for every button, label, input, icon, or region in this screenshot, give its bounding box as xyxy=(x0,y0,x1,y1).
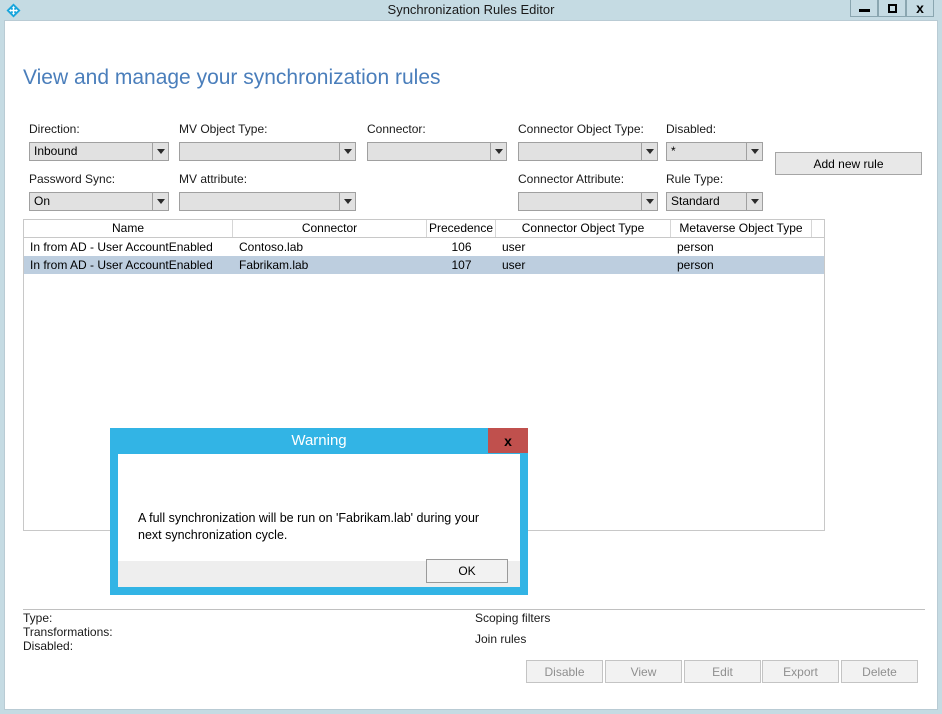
dialog-title: Warning xyxy=(291,432,347,449)
password-sync-dropdown[interactable]: On xyxy=(29,192,169,211)
chevron-down-icon[interactable] xyxy=(152,143,168,160)
detail-label-transformations: Transformations: xyxy=(23,625,113,639)
window-controls: x xyxy=(850,0,934,18)
label-connector: Connector: xyxy=(367,122,426,136)
mv-attribute-dropdown[interactable] xyxy=(179,192,356,211)
cell-metaverse-object-type: person xyxy=(677,239,714,254)
dialog-message: A full synchronization will be run on 'F… xyxy=(138,511,480,542)
table-row[interactable]: In from AD - User AccountEnabled Contoso… xyxy=(24,238,824,256)
cell-connector-object-type: user xyxy=(502,239,526,254)
chevron-down-icon[interactable] xyxy=(490,143,506,160)
chevron-down-icon[interactable] xyxy=(641,143,657,160)
table-row[interactable]: In from AD - User AccountEnabled Fabrika… xyxy=(24,256,824,274)
title-bar: Synchronization Rules Editor x xyxy=(0,0,942,20)
chevron-down-icon[interactable] xyxy=(339,193,355,210)
chevron-down-icon[interactable] xyxy=(641,193,657,210)
dialog-footer: OK xyxy=(118,559,520,587)
cell-precedence: 106 xyxy=(451,239,472,254)
view-button[interactable]: View xyxy=(605,660,682,683)
dialog-ok-button[interactable]: OK xyxy=(426,559,508,583)
column-header-filler xyxy=(812,220,824,237)
label-connector-object-type: Connector Object Type: xyxy=(518,122,644,136)
edit-button[interactable]: Edit xyxy=(684,660,761,683)
connector-attribute-dropdown[interactable] xyxy=(518,192,658,211)
column-header-metaverse-object-type[interactable]: Metaverse Object Type xyxy=(671,220,812,237)
direction-dropdown[interactable]: Inbound xyxy=(29,142,169,161)
mv-object-type-dropdown[interactable] xyxy=(179,142,356,161)
minimize-icon xyxy=(858,9,870,12)
application-window: Synchronization Rules Editor x View and … xyxy=(0,0,942,714)
rule-type-dropdown[interactable]: Standard xyxy=(666,192,763,211)
detail-link-join-rules[interactable]: Join rules xyxy=(475,632,526,646)
direction-value: Inbound xyxy=(34,144,78,158)
password-sync-value: On xyxy=(34,194,51,208)
maximize-icon xyxy=(887,3,897,13)
detail-label-disabled: Disabled: xyxy=(23,639,74,653)
dialog-close-button[interactable]: x xyxy=(488,428,528,453)
cell-precedence: 107 xyxy=(451,257,472,272)
cell-connector: Fabrikam.lab xyxy=(239,257,309,272)
disabled-value: * xyxy=(671,144,676,158)
column-header-connector-object-type[interactable]: Connector Object Type xyxy=(496,220,671,237)
cell-connector: Contoso.lab xyxy=(239,239,304,254)
cell-name: In from AD - User AccountEnabled xyxy=(30,239,213,254)
warning-dialog: Warning x A full synchronization will be… xyxy=(110,428,528,595)
disable-button[interactable]: Disable xyxy=(526,660,603,683)
column-header-connector[interactable]: Connector xyxy=(233,220,427,237)
chevron-down-icon[interactable] xyxy=(152,193,168,210)
detail-separator xyxy=(23,609,925,610)
rule-type-value: Standard xyxy=(671,194,720,208)
cell-name: In from AD - User AccountEnabled xyxy=(30,257,213,272)
column-header-precedence[interactable]: Precedence xyxy=(427,220,496,237)
label-rule-type: Rule Type: xyxy=(666,172,724,186)
delete-button[interactable]: Delete xyxy=(841,660,918,683)
chevron-down-icon[interactable] xyxy=(339,143,355,160)
disabled-dropdown[interactable]: * xyxy=(666,142,763,161)
chevron-down-icon[interactable] xyxy=(746,193,762,210)
chevron-down-icon[interactable] xyxy=(746,143,762,160)
page-title: View and manage your synchronization rul… xyxy=(23,66,441,89)
label-mv-object-type: MV Object Type: xyxy=(179,122,268,136)
close-button[interactable]: x xyxy=(906,0,934,17)
label-disabled-filter: Disabled: xyxy=(666,122,717,136)
label-mv-attribute: MV attribute: xyxy=(179,172,248,186)
export-button[interactable]: Export xyxy=(762,660,839,683)
detail-link-scoping-filters[interactable]: Scoping filters xyxy=(475,611,550,625)
detail-label-type: Type: xyxy=(23,611,53,625)
window-title: Synchronization Rules Editor xyxy=(387,2,555,17)
maximize-button[interactable] xyxy=(878,0,906,17)
dialog-body: A full synchronization will be run on 'F… xyxy=(118,454,520,561)
cell-connector-object-type: user xyxy=(502,257,526,272)
connector-object-type-dropdown[interactable] xyxy=(518,142,658,161)
label-connector-attribute: Connector Attribute: xyxy=(518,172,625,186)
connector-dropdown[interactable] xyxy=(367,142,507,161)
label-password-sync: Password Sync: xyxy=(29,172,116,186)
cell-metaverse-object-type: person xyxy=(677,257,714,272)
column-header-name[interactable]: Name xyxy=(24,220,233,237)
add-new-rule-button[interactable]: Add new rule xyxy=(775,152,922,175)
minimize-button[interactable] xyxy=(850,0,878,17)
label-direction: Direction: xyxy=(29,122,80,136)
grid-header-row: Name Connector Precedence Connector Obje… xyxy=(24,220,824,238)
dialog-title-bar: Warning x xyxy=(110,428,528,454)
client-area: View and manage your synchronization rul… xyxy=(4,20,938,710)
